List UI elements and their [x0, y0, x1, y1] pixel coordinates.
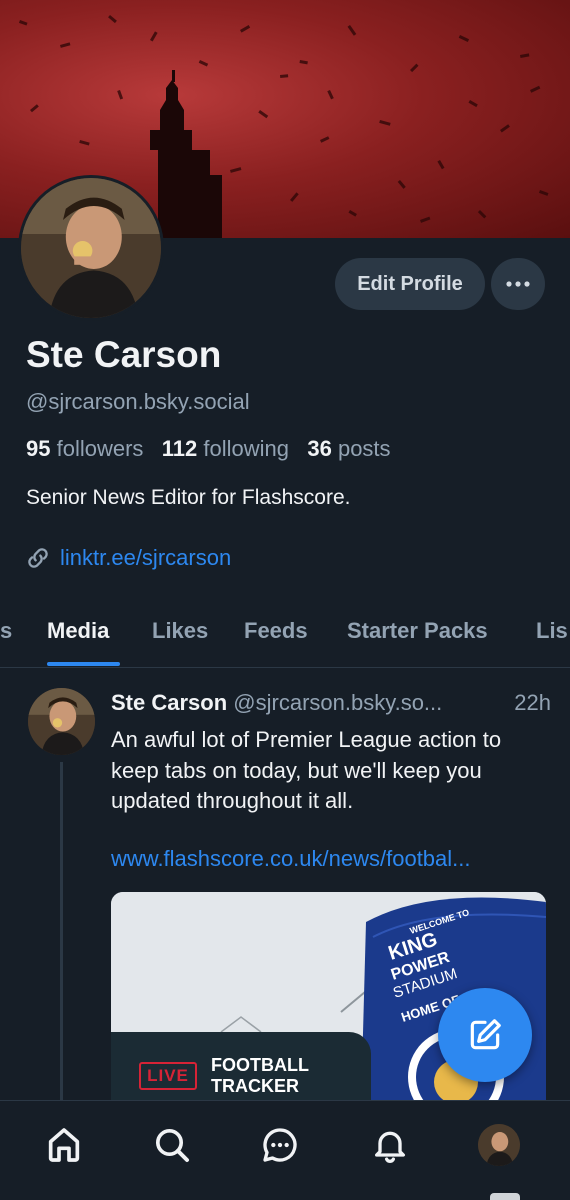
chat-icon [263, 1128, 297, 1162]
posts-stat: 36 posts [307, 436, 390, 461]
following-count: 112 [161, 436, 198, 461]
ellipsis-icon [506, 281, 530, 287]
post-author-handle[interactable]: @sjrcarson.bsky.so... [233, 690, 442, 715]
followers-link[interactable]: 95 followers [26, 436, 143, 461]
tab-lists-partial[interactable]: Lis [536, 618, 568, 644]
post-text: An awful lot of Premier League action to… [111, 727, 502, 813]
following-label: following [203, 436, 289, 461]
bell-icon [375, 1131, 405, 1163]
profile-tabs: s Media Likes Feeds Starter Packs Lis [0, 600, 570, 668]
profile-link[interactable]: linktr.ee/sjrcarson [60, 545, 231, 571]
compose-button[interactable] [438, 988, 532, 1082]
nav-home[interactable] [42, 1123, 86, 1167]
post-timestamp: 22h [514, 690, 551, 715]
posts-label: posts [337, 436, 391, 461]
post-link[interactable]: www.flashscore.co.uk/news/footbal... [111, 846, 471, 872]
home-indicator [490, 1193, 520, 1200]
profile-bio: Senior News Editor for Flashscore. [26, 486, 351, 509]
followers-count: 95 [26, 436, 51, 461]
nav-profile[interactable] [477, 1123, 521, 1167]
following-link[interactable]: 112 following [162, 436, 289, 461]
posts-count: 36 [307, 436, 332, 461]
profile-stats: 95 followers 112 following 36 posts [26, 436, 391, 462]
edit-profile-button[interactable]: Edit Profile [335, 258, 485, 310]
avatar-image [28, 688, 95, 755]
nav-chat[interactable] [258, 1123, 302, 1167]
search-icon [156, 1129, 189, 1162]
more-options-button[interactable] [491, 258, 545, 310]
profile-name: Ste Carson [26, 334, 222, 375]
avatar-image [478, 1124, 520, 1166]
link-icon [28, 548, 48, 568]
tab-media[interactable]: Media [47, 618, 109, 644]
post-author-avatar[interactable] [28, 688, 95, 755]
followers-label: followers [56, 436, 144, 461]
nav-profile-avatar [478, 1124, 520, 1166]
live-badge: LIVE [139, 1062, 197, 1090]
profile-handle: @sjrcarson.bsky.social [26, 389, 250, 414]
nav-notifications[interactable] [368, 1123, 412, 1167]
active-tab-indicator [47, 662, 120, 666]
avatar-image [21, 178, 161, 318]
home-icon [48, 1128, 80, 1162]
tab-feeds[interactable]: Feeds [244, 618, 308, 644]
tab-starter-packs[interactable]: Starter Packs [347, 618, 488, 644]
nav-search[interactable] [150, 1123, 194, 1167]
profile-link-row: linktr.ee/sjrcarson [24, 544, 231, 572]
thread-line [60, 762, 63, 1102]
tab-posts-partial[interactable]: s [0, 618, 12, 644]
tab-likes[interactable]: Likes [152, 618, 208, 644]
tracker-title: FOOTBALL TRACKER [211, 1055, 309, 1096]
post-header: Ste Carson @sjrcarson.bsky.so... 22h [111, 690, 551, 716]
compose-icon [470, 1019, 501, 1050]
profile-avatar[interactable] [18, 175, 164, 321]
bottom-navigation [0, 1100, 570, 1200]
post-author-name[interactable]: Ste Carson [111, 690, 227, 715]
